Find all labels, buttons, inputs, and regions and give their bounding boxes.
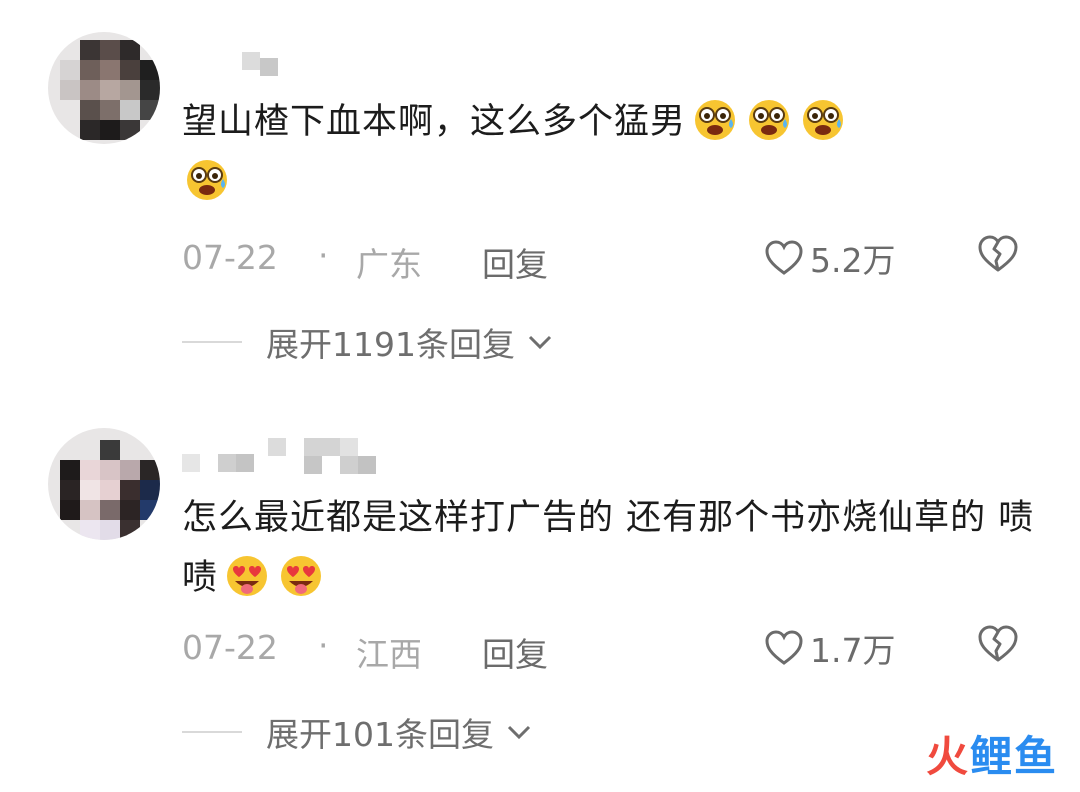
comment-meta: 07-22 · 广东 回复 5.2万 bbox=[182, 235, 1032, 284]
heart-eyes-tongue-emoji bbox=[281, 556, 322, 596]
like-count: 5.2万 bbox=[810, 241, 896, 280]
expand-replies-label: 展开1191条回复 bbox=[266, 325, 515, 364]
comment-meta: 07-22 · 江西 回复 1.7万 bbox=[182, 625, 1032, 674]
like-count: 1.7万 bbox=[810, 631, 896, 670]
comment-text: 怎么最近都是这样打广告的 还有那个书亦烧仙草的 啧啧 bbox=[182, 488, 1042, 608]
comment-date: 07-22 bbox=[182, 628, 278, 667]
broken-heart-icon bbox=[978, 235, 1018, 272]
expand-replies-button[interactable]: 展开101条回复 bbox=[182, 712, 534, 754]
divider-line bbox=[182, 731, 242, 733]
meta-separator: · bbox=[318, 236, 329, 275]
like-button[interactable]: 5.2万 bbox=[764, 234, 895, 282]
expand-replies-button[interactable]: 展开1191条回复 bbox=[182, 322, 555, 364]
reply-button[interactable]: 回复 bbox=[482, 628, 548, 676]
comment-text: 望山楂下血本啊，这么多个猛男 bbox=[182, 92, 1042, 212]
watermark-logo: 火鲤鱼 bbox=[926, 723, 1058, 784]
watermark-fire: 火 bbox=[925, 732, 970, 781]
expand-replies-label: 展开101条回复 bbox=[266, 715, 494, 754]
comment-item: 望山楂下血本啊，这么多个猛男 07-22 · 广东 回复 5.2万 展开1191… bbox=[0, 0, 1080, 400]
chevron-down-icon bbox=[507, 725, 531, 740]
reply-button[interactable]: 回复 bbox=[482, 238, 548, 286]
heart-outline-icon bbox=[765, 630, 803, 665]
broken-heart-icon bbox=[978, 625, 1018, 662]
comment-date: 07-22 bbox=[182, 238, 278, 277]
crying-face-emoji bbox=[803, 100, 844, 140]
crying-face-emoji bbox=[695, 100, 736, 140]
comment-item: 怎么最近都是这样打广告的 还有那个书亦烧仙草的 啧啧 07-22 · 江西 回复… bbox=[0, 400, 1080, 792]
chevron-down-icon bbox=[528, 335, 552, 350]
avatar[interactable] bbox=[48, 428, 160, 540]
crying-face-emoji bbox=[749, 100, 790, 140]
comment-body: 望山楂下血本啊，这么多个猛男 bbox=[182, 102, 687, 142]
heart-outline-icon bbox=[765, 240, 803, 275]
meta-separator: · bbox=[318, 626, 329, 665]
comment-location: 广东 bbox=[356, 245, 422, 284]
comment-location: 江西 bbox=[356, 635, 422, 674]
dislike-button[interactable] bbox=[977, 624, 1019, 672]
avatar[interactable] bbox=[48, 32, 160, 144]
crying-face-emoji bbox=[187, 160, 227, 200]
like-button[interactable]: 1.7万 bbox=[764, 624, 895, 672]
divider-line bbox=[182, 341, 242, 343]
dislike-button[interactable] bbox=[977, 234, 1019, 282]
watermark-rest: 鲤鱼 bbox=[969, 732, 1058, 781]
heart-eyes-tongue-emoji bbox=[227, 556, 268, 596]
